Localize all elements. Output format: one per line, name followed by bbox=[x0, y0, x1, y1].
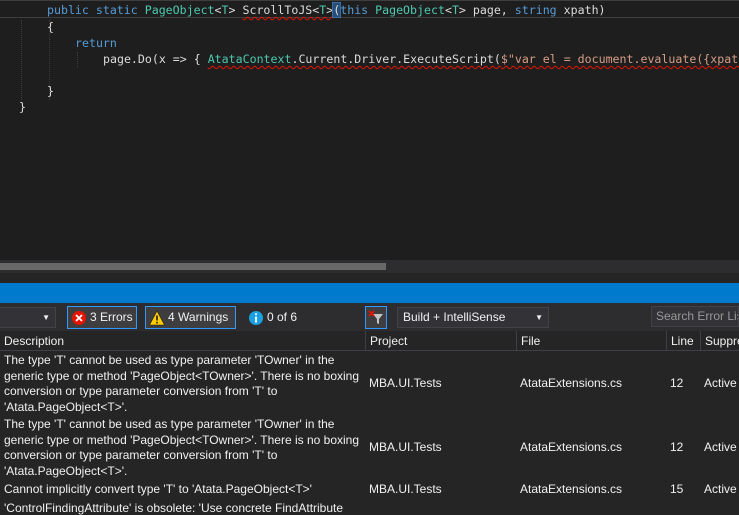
grid-header: Description Project File Line Suppressio… bbox=[0, 331, 739, 351]
keyword-token: return bbox=[75, 36, 117, 50]
row-line: 12 bbox=[670, 376, 684, 390]
warnings-filter-button[interactable]: 4 Warnings bbox=[145, 306, 236, 329]
column-header-line[interactable]: Line bbox=[667, 331, 701, 351]
brace-token: { bbox=[47, 20, 54, 34]
keyword-token: string bbox=[514, 3, 557, 17]
code-line-class-close-brace[interactable]: } bbox=[19, 99, 26, 115]
row-file: AtataExtensions.cs bbox=[520, 376, 623, 390]
search-error-list-input[interactable]: Search Error List bbox=[651, 306, 739, 327]
row-project: MBA.UI.Tests bbox=[369, 376, 442, 390]
chevron-down-icon: ▼ bbox=[42, 313, 50, 322]
row-project: MBA.UI.Tests bbox=[369, 482, 442, 496]
row-file: AtataExtensions.cs bbox=[520, 440, 623, 454]
column-header-description[interactable]: Description bbox=[0, 331, 366, 351]
row-suppression: Active bbox=[704, 376, 737, 390]
code-token: page.Do(x => { bbox=[103, 52, 208, 66]
code-token: .Current.Driver.ExecuteScript( bbox=[291, 52, 501, 66]
code-line-return[interactable]: return bbox=[75, 35, 117, 51]
error-list-grid[interactable]: Description Project File Line Suppressio… bbox=[0, 331, 739, 515]
build-combo-value: Build + IntelliSense bbox=[403, 310, 506, 324]
type-token: T bbox=[221, 3, 229, 17]
search-placeholder: Search Error List bbox=[656, 309, 739, 323]
row-line: 15 bbox=[670, 482, 684, 496]
row-project: MBA.UI.Tests bbox=[369, 440, 442, 454]
column-header-file[interactable]: File bbox=[517, 331, 667, 351]
error-list-title-bar[interactable] bbox=[0, 283, 739, 303]
table-row[interactable]: 'ControlFindingAttribute' is obsolete: '… bbox=[0, 501, 739, 515]
chevron-down-icon: ▼ bbox=[535, 313, 543, 322]
row-description: The type 'T' cannot be used as type para… bbox=[4, 417, 360, 478]
row-description: Cannot implicitly convert type 'T' to 'A… bbox=[4, 482, 312, 496]
info-circle-icon bbox=[249, 311, 263, 325]
punct-token: > bbox=[228, 3, 236, 17]
indent-guide bbox=[21, 20, 22, 100]
type-token: PageObject bbox=[375, 3, 445, 17]
scrollbar-thumb[interactable] bbox=[0, 263, 386, 270]
row-line: 12 bbox=[670, 440, 684, 454]
errors-filter-button[interactable]: 3 Errors bbox=[67, 306, 137, 329]
code-line-close-brace[interactable]: } bbox=[47, 83, 54, 99]
code-line-method-signature[interactable]: public static PageObject<T> ScrollToJS<T… bbox=[47, 2, 606, 18]
row-description: 'ControlFindingAttribute' is obsolete: '… bbox=[4, 501, 344, 515]
column-header-project[interactable]: Project bbox=[366, 331, 517, 351]
param-token: xpath) bbox=[556, 3, 606, 17]
code-editor[interactable]: public static PageObject<T> ScrollToJS<T… bbox=[0, 0, 739, 260]
window-splitter[interactable] bbox=[0, 273, 739, 283]
type-token: T bbox=[451, 3, 459, 17]
row-suppression: Active bbox=[704, 440, 737, 454]
punct-token: < bbox=[214, 3, 222, 17]
punct-token: > bbox=[458, 3, 466, 17]
table-row[interactable]: The type 'T' cannot be used as type para… bbox=[0, 353, 739, 416]
messages-filter-button[interactable]: 0 of 6 Messages bbox=[244, 306, 356, 345]
param-token: page, bbox=[465, 3, 515, 17]
warnings-count-label: 4 Warnings bbox=[168, 310, 229, 324]
row-suppression: Active bbox=[704, 482, 737, 496]
keyword-token: public static bbox=[47, 3, 145, 17]
method-name-token: ScrollToJS bbox=[242, 3, 313, 17]
brace-token: } bbox=[47, 84, 54, 98]
string-token: $"var el = document.evaluate({xpath bbox=[500, 52, 739, 66]
code-line-open-brace[interactable]: { bbox=[47, 19, 54, 35]
scope-combo[interactable]: ▼ bbox=[0, 307, 56, 328]
table-row[interactable]: The type 'T' cannot be used as type para… bbox=[0, 417, 739, 480]
horizontal-scrollbar[interactable] bbox=[0, 260, 739, 273]
column-header-suppression[interactable]: Suppression State bbox=[701, 331, 739, 351]
errors-count-label: 3 Errors bbox=[90, 310, 133, 324]
warning-triangle-icon bbox=[149, 310, 165, 326]
table-row[interactable]: Cannot implicitly convert type 'T' to 'A… bbox=[0, 482, 739, 499]
build-intellisense-combo[interactable]: Build + IntelliSense ▼ bbox=[397, 307, 549, 328]
error-circle-icon bbox=[72, 311, 86, 325]
indent-guide bbox=[77, 52, 78, 68]
row-file: AtataExtensions.cs bbox=[520, 482, 623, 496]
code-line-page-do[interactable]: page.Do(x => { AtataContext.Current.Driv… bbox=[103, 51, 739, 67]
filter-errors-button[interactable] bbox=[365, 306, 387, 329]
row-description: The type 'T' cannot be used as type para… bbox=[4, 353, 360, 414]
punct-token: < bbox=[444, 3, 452, 17]
filter-error-icon bbox=[368, 310, 383, 324]
keyword-token: this bbox=[340, 3, 376, 17]
type-token: PageObject bbox=[144, 3, 215, 17]
error-list-toolbar: ▼ 3 Errors 4 Warnings 0 of 6 Messages B bbox=[0, 303, 739, 345]
brace-token: } bbox=[19, 100, 26, 114]
type-token: AtataContext bbox=[207, 52, 292, 66]
